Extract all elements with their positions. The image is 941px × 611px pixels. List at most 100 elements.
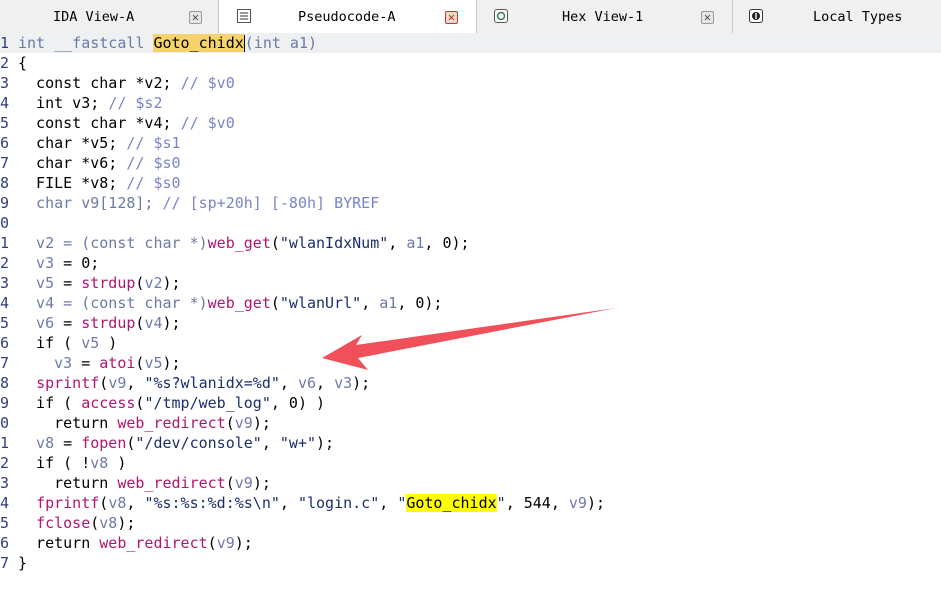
code-token: int v3; <box>18 94 109 112</box>
code-token: , <box>361 294 380 312</box>
code-text[interactable]: sprintf(v9, "%s?wlanidx=%d", v6, v3); <box>18 373 370 393</box>
code-text[interactable]: { <box>18 53 27 73</box>
code-token: "w+" <box>279 434 317 452</box>
code-token: , <box>126 374 145 392</box>
code-token: ) <box>99 334 118 352</box>
code-line[interactable]: 4 fprintf(v8, "%s:%s:%d:%s\n", "login.c"… <box>0 493 941 513</box>
pseudocode-editor[interactable]: 1 int __fastcall Goto_chidx(int a1) 2{3 co… <box>0 33 941 611</box>
code-line[interactable]: 1 v2 = (const char *)web_get("wlanIdxNum… <box>0 233 941 253</box>
line-number: 4 <box>0 294 10 312</box>
code-line[interactable]: 3 const char *v2; // $v0 <box>0 73 941 93</box>
code-token: ( <box>270 234 280 252</box>
code-line[interactable]: 7} <box>0 553 941 573</box>
tab-local-types[interactable]: Local Types <box>733 0 941 33</box>
line-number: 8 <box>0 374 10 392</box>
code-token: const char *v4; <box>18 114 181 132</box>
tab-bar: IDA View-A Pseudocode-A Hex View-1 Local… <box>0 0 941 34</box>
code-line[interactable]: 6 if ( v5 ) <box>0 333 941 353</box>
code-line[interactable]: 5 v6 = strdup(v4); <box>0 313 941 333</box>
code-text[interactable]: } <box>18 553 27 573</box>
code-text[interactable]: int v3; // $s2 <box>18 93 162 113</box>
code-text[interactable]: v4 = (const char *)web_get("wlanUrl", a1… <box>18 293 442 313</box>
hex-view-icon <box>494 9 508 23</box>
code-line[interactable]: 1 int __fastcall Goto_chidx(int a1) <box>0 33 941 53</box>
code-token: = <box>72 354 100 372</box>
code-token: ); <box>316 434 335 452</box>
code-line[interactable]: 2 if ( !v8 ) <box>0 453 941 473</box>
code-line[interactable]: 2 v3 = 0; <box>0 253 941 273</box>
line-number: 5 <box>0 514 10 532</box>
code-text[interactable]: int __fastcall Goto_chidx(int a1) <box>18 33 317 53</box>
code-text[interactable]: v8 = fopen("/dev/console", "w+"); <box>18 433 334 453</box>
code-text[interactable]: v3 = 0; <box>18 253 99 273</box>
code-line[interactable]: 7 char *v6; // $s0 <box>0 153 941 173</box>
code-token: { <box>18 54 28 72</box>
code-token: = 0; <box>54 254 100 272</box>
tab-hex-view-1[interactable]: Hex View-1 <box>477 0 733 33</box>
code-text[interactable]: return web_redirect(v9); <box>18 533 253 553</box>
code-token: ( <box>225 414 235 432</box>
code-text[interactable]: char *v5; // $s1 <box>18 133 181 153</box>
tab-pseudocode-a[interactable]: Pseudocode-A <box>219 0 477 34</box>
code-line[interactable]: 1 v8 = fopen("/dev/console", "w+"); <box>0 433 941 453</box>
code-token: web_get <box>207 234 271 252</box>
close-icon[interactable] <box>445 11 458 24</box>
code-text[interactable]: v3 = atoi(v5); <box>18 353 181 373</box>
code-token: " <box>496 494 506 512</box>
code-line[interactable]: 3 v5 = strdup(v2); <box>0 273 941 293</box>
code-text[interactable]: const char *v2; // $v0 <box>18 73 235 93</box>
code-line[interactable]: 8 FILE *v8; // $s0 <box>0 173 941 193</box>
code-line[interactable]: 2{ <box>0 53 941 73</box>
line-number: 6 <box>0 334 10 352</box>
line-number: 3 <box>0 474 10 492</box>
code-token: ); <box>162 314 181 332</box>
code-text[interactable]: v2 = (const char *)web_get("wlanIdxNum",… <box>18 233 470 253</box>
code-text[interactable]: return web_redirect(v9); <box>18 413 271 433</box>
code-line[interactable]: 4 v4 = (const char *)web_get("wlanUrl", … <box>0 293 941 313</box>
tab-label: Hex View-1 <box>562 8 644 25</box>
line-number: 2 <box>0 54 10 72</box>
code-text[interactable]: v5 = strdup(v2); <box>18 273 181 293</box>
close-icon[interactable] <box>701 11 714 24</box>
code-line[interactable]: 6 char *v5; // $s1 <box>0 133 941 153</box>
code-line[interactable]: 9 char v9[128]; // [sp+20h] [-80h] BYREF <box>0 193 941 213</box>
code-token: ); <box>162 354 181 372</box>
code-line[interactable]: 5 const char *v4; // $v0 <box>0 113 941 133</box>
line-number: 7 <box>0 354 10 372</box>
code-token: v6 <box>297 374 317 392</box>
code-line[interactable]: 0 return web_redirect(v9); <box>0 413 941 433</box>
line-number: 1 <box>0 34 10 52</box>
code-text[interactable]: fclose(v8); <box>18 513 135 533</box>
line-number: 2 <box>0 454 10 472</box>
code-token: , <box>126 494 145 512</box>
tab-ida-view-a[interactable]: IDA View-A <box>0 0 219 33</box>
code-token: FILE *v8; <box>18 174 127 192</box>
code-line[interactable]: 6 return web_redirect(v9); <box>0 533 941 553</box>
code-text[interactable]: char v9[128]; // [sp+20h] [-80h] BYREF <box>18 193 379 213</box>
code-token: ); <box>252 414 271 432</box>
code-text[interactable]: if ( v5 ) <box>18 333 117 353</box>
code-token: web_redirect <box>117 474 226 492</box>
code-token: (const char *) <box>81 294 208 312</box>
code-line[interactable]: 8 sprintf(v9, "%s?wlanidx=%d", v6, v3); <box>0 373 941 393</box>
code-line[interactable]: 7 v3 = atoi(v5); <box>0 353 941 373</box>
code-text[interactable]: v6 = strdup(v4); <box>18 313 181 333</box>
close-icon[interactable] <box>189 11 202 24</box>
code-line[interactable]: 9 if ( access("/tmp/web_log", 0) ) <box>0 393 941 413</box>
code-line[interactable]: 5 fclose(v8); <box>0 513 941 533</box>
code-line[interactable]: 4 int v3; // $s2 <box>0 93 941 113</box>
code-text[interactable]: if ( !v8 ) <box>18 453 126 473</box>
code-token: char v9[128]; <box>18 194 163 212</box>
code-text[interactable]: FILE *v8; // $s0 <box>18 173 181 193</box>
code-text[interactable]: const char *v4; // $v0 <box>18 113 235 133</box>
code-text[interactable]: return web_redirect(v9); <box>18 473 271 493</box>
code-token: v6 <box>18 314 55 332</box>
code-line[interactable]: 0 <box>0 213 941 233</box>
code-token: v5 <box>18 274 55 292</box>
code-line[interactable]: 3 return web_redirect(v9); <box>0 473 941 493</box>
code-text[interactable]: fprintf(v8, "%s:%s:%d:%s\n", "login.c" , … <box>18 493 605 513</box>
code-text[interactable]: if ( access("/tmp/web_log", 0) ) <box>18 393 325 413</box>
code-token: // $s1 <box>126 134 181 152</box>
code-text[interactable]: char *v6; // $s0 <box>18 153 181 173</box>
